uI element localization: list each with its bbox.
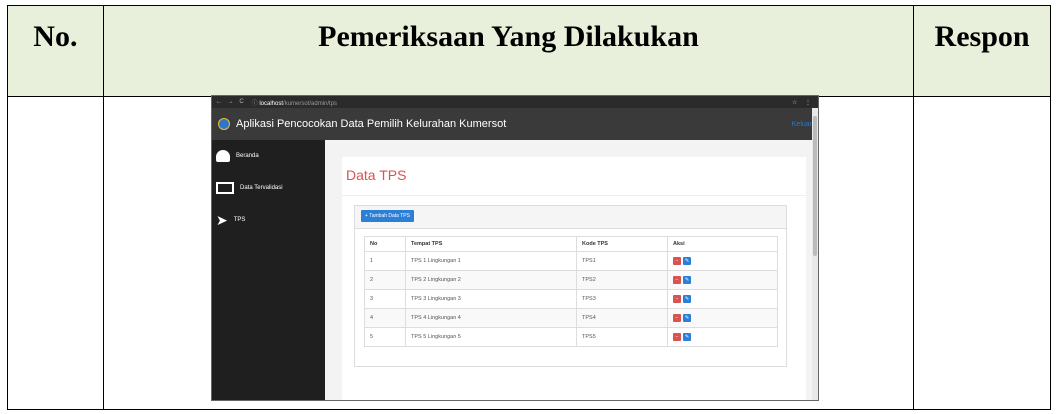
cell-aksi: − ✎ [667, 327, 778, 347]
table-header-row: No Tempat TPS Kode TPS Aksi [364, 236, 778, 252]
table-row: 1 TPS 1 Lingkungan 1 TPS1 − ✎ [364, 251, 778, 271]
browser-menu-icons[interactable]: ☆ ⋮ [792, 99, 814, 106]
cell-no: 1 [364, 251, 406, 271]
delete-button[interactable]: − [673, 295, 681, 303]
cell-kode: TPS4 [576, 308, 668, 328]
cell-no: 4 [364, 308, 406, 328]
cell-kode: TPS3 [576, 289, 668, 309]
add-tps-button[interactable]: + Tambah Data TPS [361, 210, 414, 222]
column-header-aksi: Aksi [667, 236, 778, 252]
scrollbar[interactable] [812, 108, 818, 400]
cell-respon [913, 96, 1051, 410]
table-row: 4 TPS 4 Lingkungan 4 TPS4 − ✎ [364, 308, 778, 328]
app-header: Aplikasi Pencocokan Data Pemilih Kelurah… [212, 108, 818, 140]
cell-tempat: TPS 3 Lingkungan 3 [405, 289, 577, 309]
edit-button[interactable]: ✎ [683, 257, 691, 265]
edit-button[interactable]: ✎ [683, 276, 691, 284]
header-no: No. [7, 5, 104, 97]
scrollbar-thumb[interactable] [813, 116, 817, 256]
header-respon: Respon [913, 5, 1051, 97]
sidebar-item-label: Beranda [236, 153, 259, 159]
sidebar-item-beranda[interactable]: Beranda [212, 140, 325, 172]
header-pemeriksaan: Pemeriksaan Yang Dilakukan [102, 5, 915, 97]
browser-toolbar: ← → C ⓘ localhost/kumersot/admin/tps ☆ ⋮ [212, 96, 818, 108]
delete-button[interactable]: − [673, 257, 681, 265]
document-header-row: No. Pemeriksaan Yang Dilakukan Respon [7, 5, 1051, 97]
cell-kode: TPS2 [576, 270, 668, 290]
cell-kode: TPS5 [576, 327, 668, 347]
table-row: 2 TPS 2 Lingkungan 2 TPS2 − ✎ [364, 270, 778, 290]
browser-nav-icons[interactable]: ← → C [216, 99, 246, 105]
column-header-tempat: Tempat TPS [405, 236, 577, 252]
cell-aksi: − ✎ [667, 289, 778, 309]
table-row: 5 TPS 5 Lingkungan 5 TPS5 − ✎ [364, 327, 778, 347]
edit-button[interactable]: ✎ [683, 333, 691, 341]
delete-button[interactable]: − [673, 276, 681, 284]
app-screenshot: ← → C ⓘ localhost/kumersot/admin/tps ☆ ⋮… [211, 95, 819, 401]
column-header-no: No [364, 236, 406, 252]
cell-aksi: − ✎ [667, 270, 778, 290]
sidebar-item-label: Data Tervalidasi [240, 185, 283, 191]
cell-no: 3 [364, 289, 406, 309]
tps-table: No Tempat TPS Kode TPS Aksi 1 TPS 1 Ling… [364, 236, 778, 347]
panel-heading: + Tambah Data TPS [355, 206, 786, 229]
sidebar-item-label: TPS [233, 217, 246, 223]
table-row: 3 TPS 3 Lingkungan 3 TPS3 − ✎ [364, 289, 778, 309]
sidebar-item-data-tervalidasi[interactable]: Data Tervalidasi [212, 172, 325, 204]
cell-tempat: TPS 2 Lingkungan 2 [405, 270, 577, 290]
cell-no: 5 [364, 327, 406, 347]
monitor-icon [216, 182, 234, 194]
page-title: Data TPS [346, 167, 407, 183]
app-title: Aplikasi Pencocokan Data Pemilih Kelurah… [236, 118, 507, 130]
main-content: Data TPS + Tambah Data TPS No Tempat TPS… [342, 157, 806, 400]
delete-button[interactable]: − [673, 314, 681, 322]
app-logo-icon [218, 118, 230, 130]
delete-button[interactable]: − [673, 333, 681, 341]
cell-no [7, 96, 104, 410]
cell-tempat: TPS 1 Lingkungan 1 [405, 251, 577, 271]
cell-tempat: TPS 5 Lingkungan 5 [405, 327, 577, 347]
column-header-kode: Kode TPS [576, 236, 668, 252]
dashboard-icon [216, 150, 230, 162]
sidebar: Beranda Data Tervalidasi ➤ TPS [212, 140, 325, 400]
cell-no: 2 [364, 270, 406, 290]
cell-tempat: TPS 4 Lingkungan 4 [405, 308, 577, 328]
edit-button[interactable]: ✎ [683, 295, 691, 303]
divider [342, 195, 806, 196]
cell-aksi: − ✎ [667, 251, 778, 271]
address-bar[interactable]: ⓘ localhost/kumersot/admin/tps [252, 98, 337, 107]
location-arrow-icon: ➤ [216, 212, 228, 228]
logout-link[interactable]: Keluar [792, 121, 812, 128]
sidebar-item-tps[interactable]: ➤ TPS [212, 204, 325, 236]
cell-aksi: − ✎ [667, 308, 778, 328]
cell-kode: TPS1 [576, 251, 668, 271]
edit-button[interactable]: ✎ [683, 314, 691, 322]
tps-panel: + Tambah Data TPS No Tempat TPS Kode TPS… [354, 205, 787, 367]
